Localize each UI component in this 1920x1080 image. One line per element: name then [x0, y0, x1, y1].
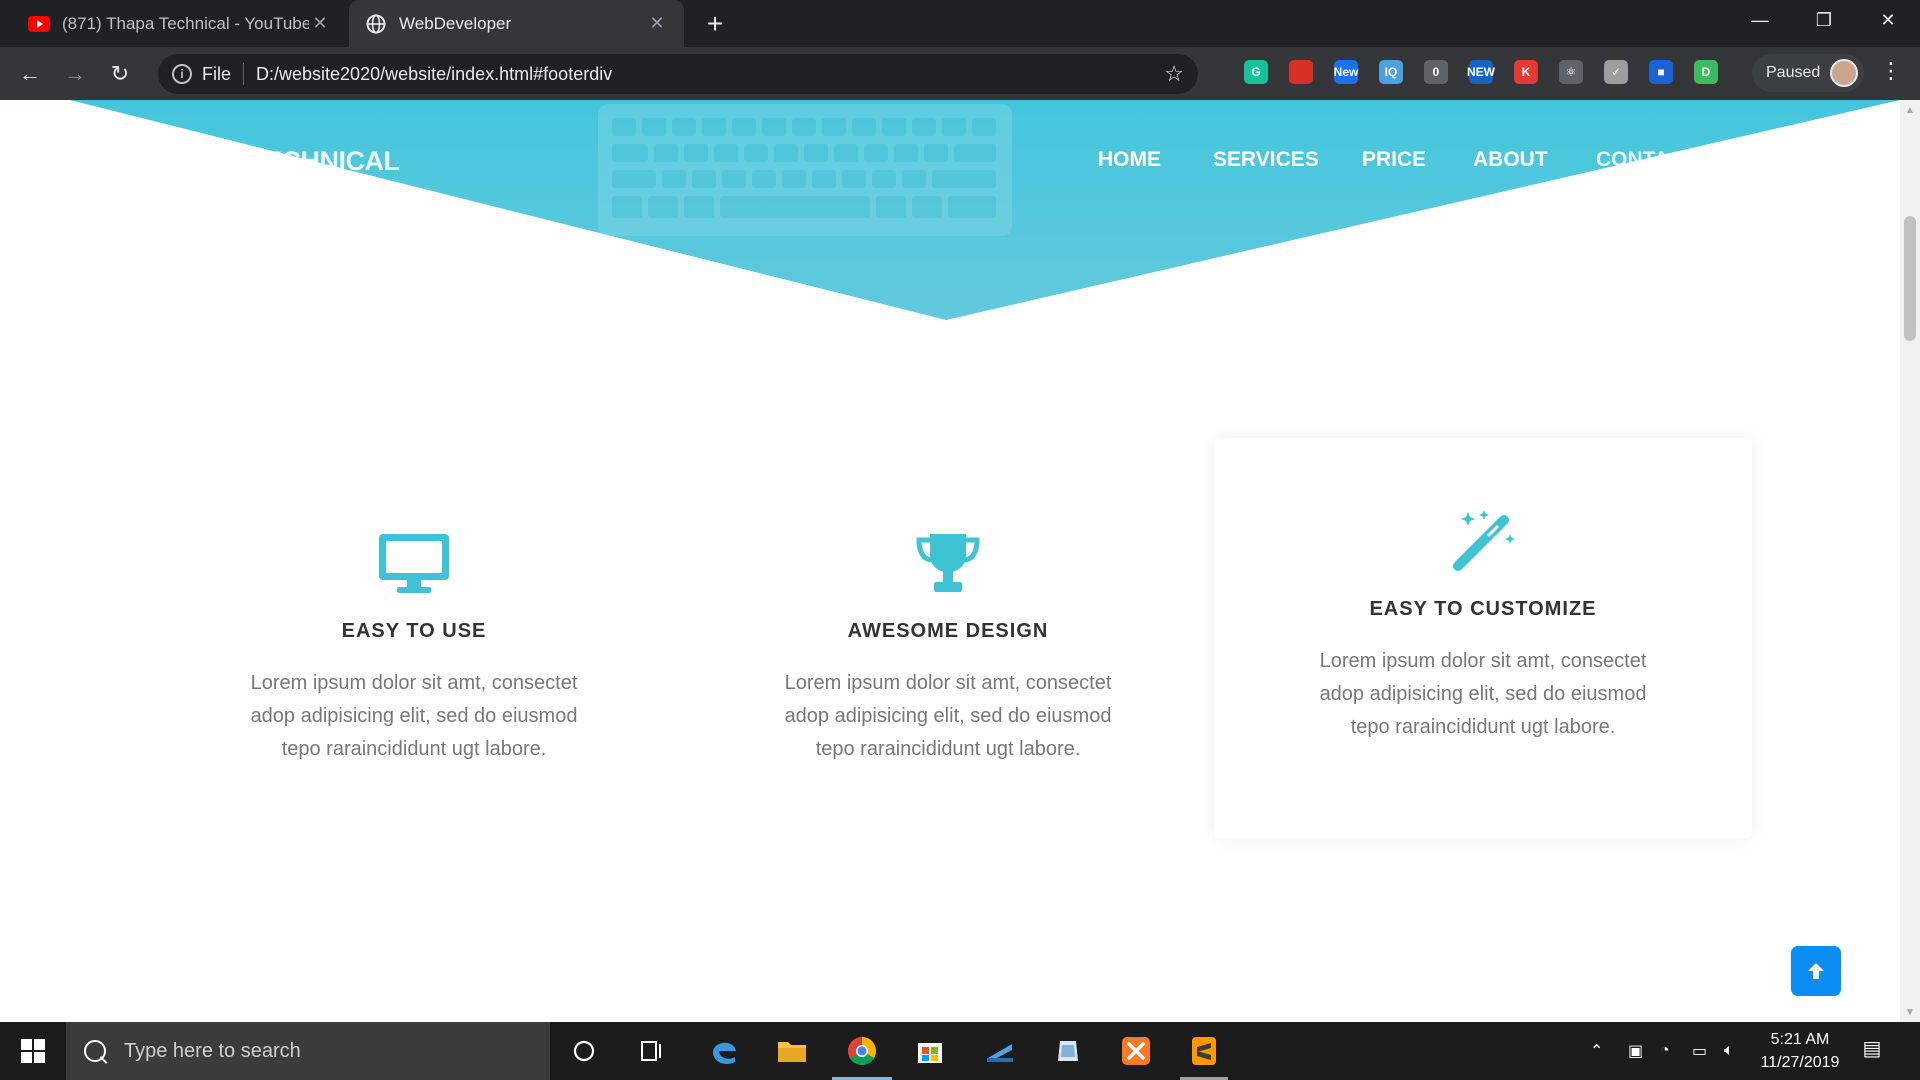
clock-date: 11/27/2019: [1760, 1054, 1840, 1071]
nav-contact[interactable]: CONTACT: [1596, 148, 1696, 172]
edge-icon[interactable]: [690, 1022, 758, 1080]
feature-awesome-design: AWESOME DESIGN Lorem ipsum dolor sit amt…: [738, 532, 1158, 766]
nav-home[interactable]: HOME: [1098, 148, 1161, 172]
tray-overflow-icon[interactable]: ⌃: [1590, 1022, 1603, 1080]
search-placeholder: Type here to search: [124, 1039, 301, 1062]
nav-price[interactable]: PRICE: [1362, 148, 1426, 172]
windows-start-icon[interactable]: [0, 1022, 66, 1080]
avatar: [1830, 59, 1858, 87]
magic-wand-icon: [1453, 510, 1515, 571]
feature-title: AWESOME DESIGN: [847, 620, 1049, 642]
globe-icon: [365, 13, 387, 35]
youtube-icon: [28, 13, 50, 35]
scroll-down-icon[interactable]: ▼: [1900, 1002, 1920, 1022]
bookmark-star-icon[interactable]: ☆: [1164, 61, 1184, 87]
trophy-icon: [916, 534, 980, 592]
reload-icon[interactable]: ↻: [103, 57, 137, 91]
chrome-icon[interactable]: [828, 1022, 896, 1080]
check-circle-icon[interactable]: ✓: [1604, 60, 1628, 84]
xampp-icon[interactable]: [1102, 1022, 1170, 1080]
profile-button[interactable]: Paused: [1752, 54, 1864, 92]
bookmark-red-icon[interactable]: [1289, 60, 1313, 84]
grammarly-icon[interactable]: G: [1244, 60, 1268, 84]
page-scrollbar[interactable]: ▲ ▼: [1900, 100, 1920, 1022]
feature-title: EASY TO USE: [341, 620, 487, 642]
scroll-up-icon[interactable]: ▲: [1900, 100, 1920, 120]
search-icon: [84, 1040, 106, 1062]
close-icon[interactable]: ✕: [646, 13, 668, 35]
tab-title: WebDeveloper: [399, 13, 512, 33]
square-icon[interactable]: ■: [1649, 60, 1673, 84]
nav-services[interactable]: SERVICES: [1213, 148, 1319, 172]
arrow-up-icon: [1808, 963, 1824, 979]
close-icon[interactable]: ✕: [309, 13, 331, 35]
sublime-text-icon[interactable]: [1170, 1022, 1238, 1080]
notes-app-icon[interactable]: [1034, 1022, 1102, 1080]
browser-tab-strip: (871) Thapa Technical - YouTube ✕ WebDev…: [0, 0, 1920, 47]
back-to-top-button[interactable]: [1791, 946, 1841, 996]
new-tab-button[interactable]: +: [700, 9, 730, 39]
wifi-icon[interactable]: ◔: [1660, 1022, 1670, 1080]
scroll-thumb[interactable]: [1904, 216, 1916, 341]
feature-description: Lorem ipsum dolor sit amt, consectet ado…: [784, 672, 1112, 760]
browser-toolbar: ← → ↻ i File D:/website2020/website/inde…: [0, 47, 1920, 100]
address-separator: [243, 63, 245, 85]
battery-icon[interactable]: ▭: [1692, 1022, 1707, 1080]
close-window-icon[interactable]: ✕: [1856, 0, 1920, 40]
new-badge-icon[interactable]: New: [1334, 60, 1358, 84]
store-icon[interactable]: [896, 1022, 964, 1080]
address-bar[interactable]: i File D:/website2020/website/index.html…: [158, 54, 1198, 94]
hero-banner: TECHNICAL HOME SERVICES PRICE ABOUT CONT…: [0, 100, 1900, 320]
feature-description: Lorem ipsum dolor sit amt, consectet ado…: [250, 672, 578, 760]
tab-title: (871) Thapa Technical - YouTube: [62, 13, 310, 33]
taskbar-clock[interactable]: 5:21 AM 11/27/2019: [1752, 1028, 1848, 1074]
feature-easy-to-customize: EASY TO CUSTOMIZE Lorem ipsum dolor sit …: [1273, 508, 1693, 744]
menu-icon[interactable]: ⋮: [1880, 58, 1902, 84]
hero-background: [70, 100, 1900, 320]
task-view-icon[interactable]: [618, 1022, 686, 1080]
d-icon[interactable]: D: [1694, 60, 1718, 84]
new-ext-icon[interactable]: NEW: [1467, 60, 1495, 84]
network-device-icon[interactable]: ▣: [1628, 1022, 1643, 1080]
tab-webdeveloper[interactable]: WebDeveloper ✕: [349, 0, 684, 47]
clock-time: 5:21 AM: [1770, 1031, 1830, 1048]
feature-easy-to-use: EASY TO USE Lorem ipsum dolor sit amt, c…: [204, 532, 624, 766]
info-icon[interactable]: i: [172, 64, 192, 84]
tab-youtube[interactable]: (871) Thapa Technical - YouTube ✕: [12, 0, 347, 47]
restore-icon[interactable]: ❐: [1792, 0, 1856, 40]
iq-icon[interactable]: IQ: [1379, 60, 1403, 84]
taskbar-search-input[interactable]: Type here to search: [66, 1022, 550, 1080]
keyboard-image: [598, 104, 1012, 236]
address-url: D:/website2020/website/index.html#footer…: [256, 63, 613, 84]
k-icon[interactable]: K: [1514, 60, 1538, 84]
windows-taskbar: Type here to search ⌃ ▣ ◔ ▭ 🔈︎ 5:21 AM 1…: [0, 1022, 1920, 1080]
notifications-icon[interactable]: ▤: [1858, 1036, 1886, 1064]
volume-icon[interactable]: 🔈︎: [1724, 1022, 1734, 1080]
page-viewport: TECHNICAL HOME SERVICES PRICE ABOUT CONT…: [0, 100, 1900, 1022]
atom-icon[interactable]: ⚛: [1559, 60, 1583, 84]
file-explorer-icon[interactable]: [758, 1022, 826, 1080]
brand-logo[interactable]: TECHNICAL: [248, 146, 400, 177]
profile-status: Paused: [1766, 64, 1821, 81]
minimize-icon[interactable]: —: [1728, 0, 1792, 40]
feature-title: EASY TO CUSTOMIZE: [1369, 598, 1597, 620]
counter-icon[interactable]: 0: [1424, 60, 1448, 84]
forward-icon[interactable]: →: [58, 57, 92, 91]
back-icon[interactable]: ←: [13, 57, 47, 91]
monitor-icon: [379, 534, 449, 593]
cortana-icon[interactable]: [550, 1022, 618, 1080]
address-scheme: File: [202, 63, 232, 84]
app-blue-icon[interactable]: [966, 1022, 1034, 1080]
nav-about[interactable]: ABOUT: [1473, 148, 1548, 172]
feature-description: Lorem ipsum dolor sit amt, consectet ado…: [1319, 650, 1647, 738]
